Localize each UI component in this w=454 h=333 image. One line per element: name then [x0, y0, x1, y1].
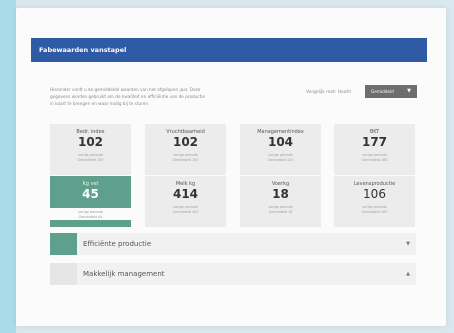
background-edge: [0, 0, 16, 333]
chevron-down-icon: ▼: [406, 241, 410, 247]
category-swatch: [50, 233, 77, 255]
kpi-tile[interactable]: Melk kg 414 vorige periode Gemiddeld 400: [145, 176, 226, 227]
compare-label: Vergelijk met: Hoofd: [306, 90, 351, 95]
intro-line: gegevens worden gebruikt om de kwaliteit…: [50, 94, 206, 99]
kpi-value: 414: [172, 187, 199, 201]
dropdown-value: Gemiddeld: [371, 89, 394, 94]
kpi-tile-highlighted[interactable]: Kg vet 45 vorige periode Gemiddeld 44: [50, 176, 131, 227]
kpi-note: vorige periode Gemiddeld 180: [361, 153, 388, 162]
kpi-note: vorige periode Gemiddeld 100: [267, 153, 294, 162]
kpi-note: vorige periode Gemiddeld 44: [50, 208, 131, 220]
accordion-label: Efficiënte productie: [83, 240, 152, 248]
kpi-value: 104: [267, 135, 294, 149]
kpi-note: vorige periode Gemiddeld 400: [172, 205, 199, 214]
kpi-value: 106: [363, 187, 386, 201]
kpi-tile[interactable]: Bedr. index 102 vorige periode Gemiddeld …: [50, 124, 131, 175]
kpi-note: vorige periode Gemiddeld 100: [361, 205, 388, 214]
accordion-efficient-production[interactable]: Efficiënte productie ▼: [50, 233, 416, 255]
section-title: Fabewaarden vanstapel: [31, 38, 427, 62]
kpi-note: vorige periode Gemiddeld 100: [172, 153, 199, 162]
chevron-up-icon: ▲: [406, 271, 410, 277]
category-swatch: [50, 263, 77, 285]
intro-text: Hieronder vindt u de gemiddelde waarden …: [50, 86, 280, 107]
kpi-note: vorige periode Gemiddeld 18: [268, 205, 293, 214]
kpi-tile[interactable]: Managementindex 104 vorige periode Gemidd…: [240, 124, 321, 175]
accordion-label: Makkelijk management: [83, 270, 165, 278]
compare-dropdown[interactable]: Gemiddeld ▼: [365, 85, 417, 98]
chevron-down-icon: ▼: [407, 88, 411, 94]
kpi-value: 18: [272, 187, 289, 201]
kpi-tile[interactable]: Levensproductie 106 vorige periode Gemidd…: [334, 176, 415, 227]
kpi-value: 45: [82, 187, 99, 201]
kpi-tile[interactable]: BKT 177 vorige periode Gemiddeld 180: [334, 124, 415, 175]
kpi-note: vorige periode Gemiddeld 100: [77, 153, 104, 162]
intro-line: in kaart te brengen en waar nodig bij te…: [50, 101, 150, 106]
kpi-value: 177: [361, 135, 388, 149]
kpi-value: 102: [77, 135, 104, 149]
kpi-value: 102: [172, 135, 199, 149]
kpi-tile[interactable]: Voerkg 18 vorige periode Gemiddeld 18: [240, 176, 321, 227]
accordion-easy-management[interactable]: Makkelijk management ▲: [50, 263, 416, 285]
kpi-tile[interactable]: Vruchtbaarheid 102 vorige periode Gemidde…: [145, 124, 226, 175]
intro-line: Hieronder vindt u de gemiddelde waarden …: [50, 87, 201, 92]
